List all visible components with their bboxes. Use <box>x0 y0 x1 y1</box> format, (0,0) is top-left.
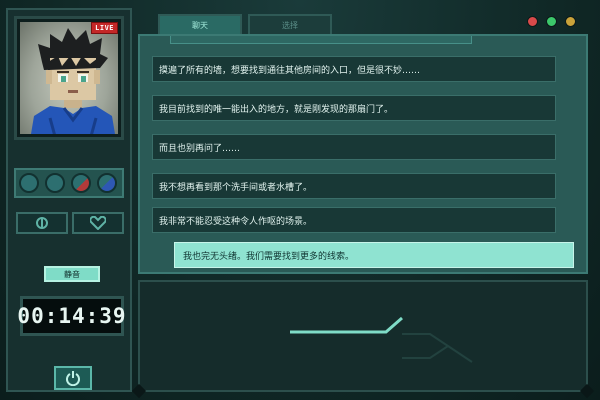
signal-line-decoration <box>290 316 473 363</box>
status-gauge-2 <box>45 173 65 193</box>
status-gauge-4 <box>97 173 117 193</box>
game-screen: LIVE 静音 00:14:39 聊天 选择 摸遍了所有的墙，想要找到通往其他房… <box>0 0 600 400</box>
window-indicators <box>527 16 576 27</box>
status-gauge-3 <box>71 173 91 193</box>
player-message: 我也完无头绪。我们需要找到更多的线索。 <box>174 242 574 268</box>
chat-message: 而且也别再问了…… <box>152 134 556 160</box>
heart-icon <box>90 216 106 230</box>
chat-message: 我目前找到的唯一能出入的地方，就是刚发现的那扇门了。 <box>152 95 556 121</box>
heart-button[interactable] <box>72 212 124 234</box>
status-gauge-1 <box>19 173 39 193</box>
power-button[interactable] <box>54 366 92 390</box>
chat-message: 摸遍了所有的墙，想要找到通往其他房间的入口，但是很不妙…… <box>152 56 556 82</box>
chat-message: 我不想再看到那个洗手间或者水槽了。 <box>152 173 556 199</box>
portrait-frame: LIVE <box>14 16 124 140</box>
tab-chat[interactable]: 聊天 <box>158 14 242 34</box>
call-button[interactable] <box>16 212 68 234</box>
chat-scroll-handle[interactable] <box>170 36 472 44</box>
choice-area <box>131 280 595 399</box>
power-icon <box>66 371 80 386</box>
live-badge: LIVE <box>91 22 118 34</box>
green-indicator-icon <box>546 16 557 27</box>
character-portrait <box>20 22 118 134</box>
chat-message: 我非常不能忍受这种令人作呕的场景。 <box>152 207 556 233</box>
chat-log[interactable]: 摸遍了所有的墙，想要找到通往其他房间的入口，但是很不妙…… 我目前找到的唯一能出… <box>138 34 588 274</box>
red-indicator-icon <box>527 16 538 27</box>
mute-button[interactable]: 静音 <box>44 266 100 282</box>
tab-bar: 聊天 选择 <box>158 14 338 34</box>
status-gauges <box>14 168 124 198</box>
signal-icon <box>36 217 48 229</box>
character-avatar <box>31 28 115 134</box>
yellow-indicator-icon <box>565 16 576 27</box>
character-panel: LIVE 静音 00:14:39 <box>6 8 132 392</box>
tab-choices[interactable]: 选择 <box>248 14 332 34</box>
countdown-timer: 00:14:39 <box>17 296 126 336</box>
